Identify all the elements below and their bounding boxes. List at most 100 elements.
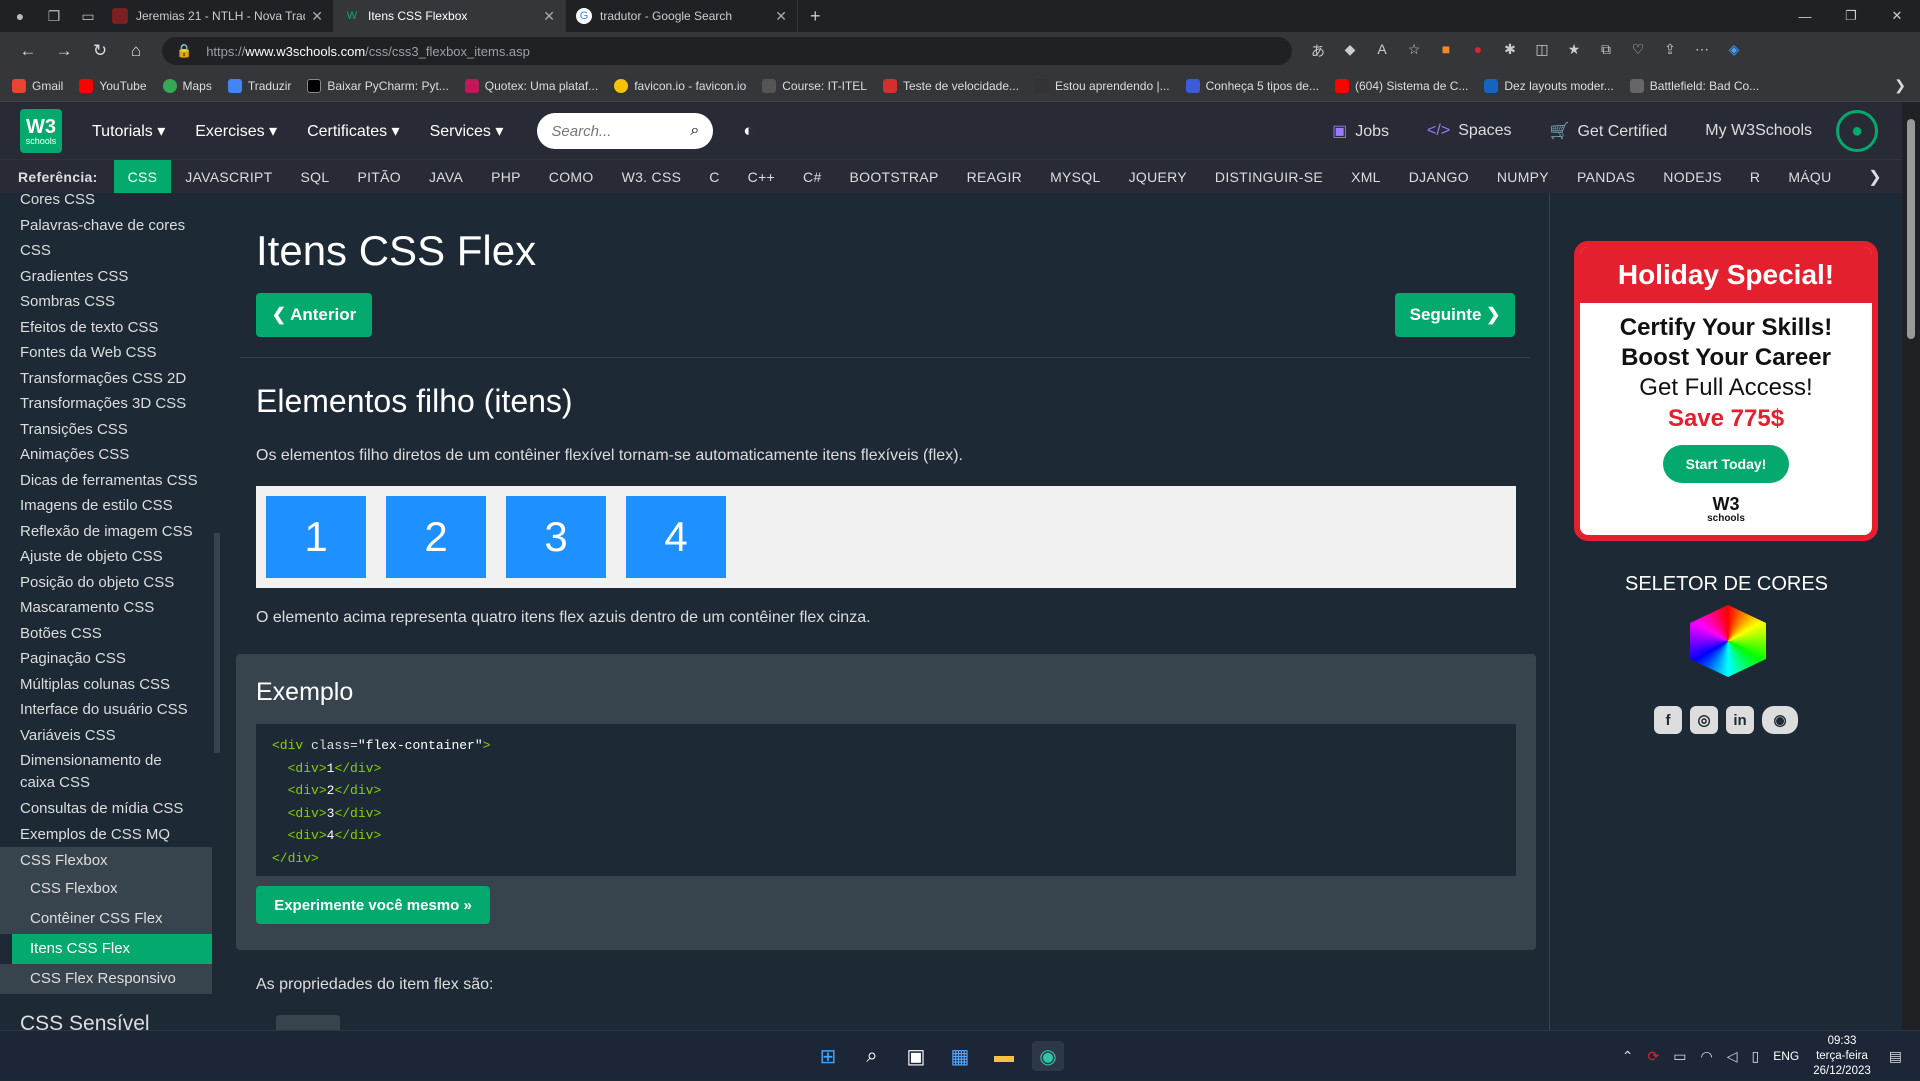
bookmark-item[interactable]: Teste de velocidade... (882, 78, 1019, 93)
language-indicator[interactable]: ENG (1773, 1049, 1799, 1063)
start-today-button[interactable]: Start Today! (1663, 445, 1789, 483)
page-scrollbar[interactable] (1902, 103, 1920, 1030)
sidebar-item[interactable]: Gradientes CSS (0, 264, 224, 290)
ref-item-css[interactable]: CSS (113, 160, 172, 193)
close-tab-icon[interactable]: ✕ (311, 8, 323, 25)
close-tab-icon[interactable]: ✕ (543, 8, 555, 25)
browser-tab[interactable]: G tradutor - Google Search ✕ (566, 0, 798, 32)
next-button[interactable]: Seguinte ❯ (1395, 293, 1515, 337)
ref-item[interactable]: JAVA (415, 160, 477, 193)
sidebar-item[interactable]: Efeitos de texto CSS (0, 315, 224, 341)
extension-icon[interactable]: ● (1462, 41, 1494, 61)
extension-icon[interactable]: ◆ (1334, 41, 1366, 61)
sidebar-item[interactable]: Botões CSS (0, 621, 224, 647)
sidebar-item[interactable]: Variáveis CSS (0, 723, 224, 749)
back-icon[interactable]: ← (10, 41, 46, 61)
sidebar-group-css-flexbox[interactable]: CSS Flexbox (0, 847, 212, 874)
bookmark-item[interactable]: Traduzir (227, 78, 291, 93)
ref-item[interactable]: REAGIR (953, 160, 1036, 193)
ref-item[interactable]: W3. CSS (608, 160, 696, 193)
browser-essentials-icon[interactable]: ♡ (1622, 41, 1654, 61)
menu-tutorials[interactable]: Tutorials ▾ (92, 121, 165, 141)
sidebar-item[interactable]: Mascaramento CSS (0, 595, 224, 621)
bookmark-item[interactable]: Estou aprendendo |... (1035, 78, 1170, 93)
ref-item[interactable]: XML (1337, 160, 1395, 193)
ref-item[interactable]: SQL (287, 160, 344, 193)
puzzle-icon[interactable]: ✱ (1494, 41, 1526, 61)
sidebar-item[interactable]: Ajuste de objeto CSS (0, 544, 224, 570)
home-icon[interactable]: ⌂ (118, 41, 154, 61)
my-w3schools-link[interactable]: My W3Schools (1705, 122, 1812, 140)
user-avatar-icon[interactable]: ● (1836, 110, 1878, 152)
sidebar-item[interactable]: Paginação CSS (0, 646, 224, 672)
ref-item[interactable]: JAVASCRIPT (171, 160, 286, 193)
sidebar-item[interactable]: Posição do objeto CSS (0, 570, 224, 596)
color-wheel-icon[interactable] (1690, 605, 1766, 677)
browser-tab-active[interactable]: W Itens CSS Flexbox ✕ (334, 0, 566, 32)
scrollbar-thumb[interactable] (1907, 119, 1915, 339)
ref-item[interactable]: PITÃO (343, 160, 415, 193)
facebook-icon[interactable]: f (1654, 706, 1682, 734)
ref-item[interactable]: C# (789, 160, 836, 193)
bookmark-item[interactable]: Gmail (12, 78, 63, 93)
ref-item[interactable]: DJANGO (1395, 160, 1483, 193)
sidebar-item[interactable]: Dimensionamento de caixa CSS (0, 748, 212, 796)
ref-item[interactable]: PHP (477, 160, 535, 193)
ref-item[interactable]: MYSQL (1036, 160, 1115, 193)
close-tab-icon[interactable]: ✕ (775, 8, 787, 25)
bookmark-item[interactable]: Maps (162, 78, 212, 93)
copilot-icon[interactable]: ◈ (1718, 41, 1750, 61)
battery-icon[interactable]: ▯ (1751, 1048, 1759, 1065)
sidebar-item[interactable]: Exemplos de CSS MQ (0, 822, 224, 848)
browser-tab[interactable]: Jeremias 21 - NTLH - Nova Tradu ✕ (102, 0, 334, 32)
sidebar-item[interactable]: Cores CSS (0, 193, 224, 213)
forward-icon[interactable]: → (46, 41, 82, 61)
sidebar-item[interactable]: Fontes da Web CSS (0, 340, 224, 366)
restore-icon[interactable]: ❐ (1828, 0, 1874, 32)
sidebar-item[interactable]: Dicas de ferramentas CSS (0, 468, 224, 494)
sidebar-item[interactable]: Animações CSS (0, 442, 224, 468)
search-icon[interactable]: ⌕ (856, 1041, 888, 1071)
sidebar-item[interactable]: Imagens de estilo CSS (0, 493, 224, 519)
previous-button[interactable]: ❮ Anterior (256, 293, 372, 337)
ref-item[interactable]: BOOTSTRAP (836, 160, 953, 193)
task-view-icon[interactable]: ▣ (900, 1041, 932, 1071)
ref-item[interactable]: R (1736, 160, 1774, 193)
chevron-right-icon[interactable]: ❯ (1894, 77, 1906, 94)
get-certified-link[interactable]: 🛒 Get Certified (1550, 121, 1668, 141)
sidebar-subitem[interactable]: Contêiner CSS Flex (0, 904, 212, 934)
bookmark-item[interactable]: Course: IT-ITEL (762, 78, 867, 93)
sidebar-item[interactable]: Sombras CSS (0, 289, 224, 315)
ref-item[interactable]: PANDAS (1563, 160, 1649, 193)
sidebar-item[interactable]: Transições CSS (0, 417, 224, 443)
instagram-icon[interactable]: ◎ (1690, 706, 1718, 734)
volume-icon[interactable]: ◁ (1727, 1048, 1738, 1065)
url-field[interactable]: 🔒 https://www.w3schools.com/css/css3_fle… (162, 37, 1292, 65)
discord-icon[interactable]: ◉ (1762, 706, 1798, 734)
bookmark-item[interactable]: Quotex: Uma plataf... (464, 78, 598, 93)
read-aloud-icon[interactable]: A (1366, 41, 1398, 61)
clock[interactable]: 09:33 terça-feira 26/12/2023 (1813, 1034, 1871, 1079)
split-screen-icon[interactable]: ◫ (1526, 41, 1558, 61)
sidebar-item[interactable]: Interface do usuário CSS (0, 697, 224, 723)
menu-services[interactable]: Services ▾ (430, 121, 504, 141)
close-window-icon[interactable]: ✕ (1874, 0, 1920, 32)
try-it-yourself-button[interactable]: Experimente você mesmo » (256, 886, 490, 924)
sidebar-subitem[interactable]: CSS Flex Responsivo (0, 964, 212, 994)
ref-item[interactable]: COMO (535, 160, 608, 193)
sidebar-subitem-active[interactable]: Itens CSS Flex (12, 934, 212, 964)
sidebar-item[interactable]: Palavras-chave de cores CSS (0, 213, 224, 264)
favorite-star-icon[interactable]: ☆ (1398, 41, 1430, 61)
ref-item[interactable]: MÁQU (1774, 160, 1845, 193)
translate-icon[interactable]: あ (1302, 41, 1334, 61)
menu-certificates[interactable]: Certificates ▾ (307, 121, 400, 141)
bookmark-item[interactable]: favicon.io - favicon.io (614, 78, 746, 93)
ref-item[interactable]: JQUERY (1115, 160, 1201, 193)
w3schools-logo[interactable]: W3 schools (20, 109, 62, 153)
holiday-ad[interactable]: Holiday Special! Certify Your Skills! Bo… (1574, 241, 1878, 541)
ref-item[interactable]: DISTINGUIR-SE (1201, 160, 1337, 193)
antivirus-icon[interactable]: ⟳ (1648, 1048, 1660, 1065)
search-icon[interactable]: ⌕ (690, 122, 699, 140)
workspaces-icon[interactable]: ❐ (40, 2, 68, 30)
wifi-icon[interactable]: ◠ (1700, 1048, 1712, 1065)
